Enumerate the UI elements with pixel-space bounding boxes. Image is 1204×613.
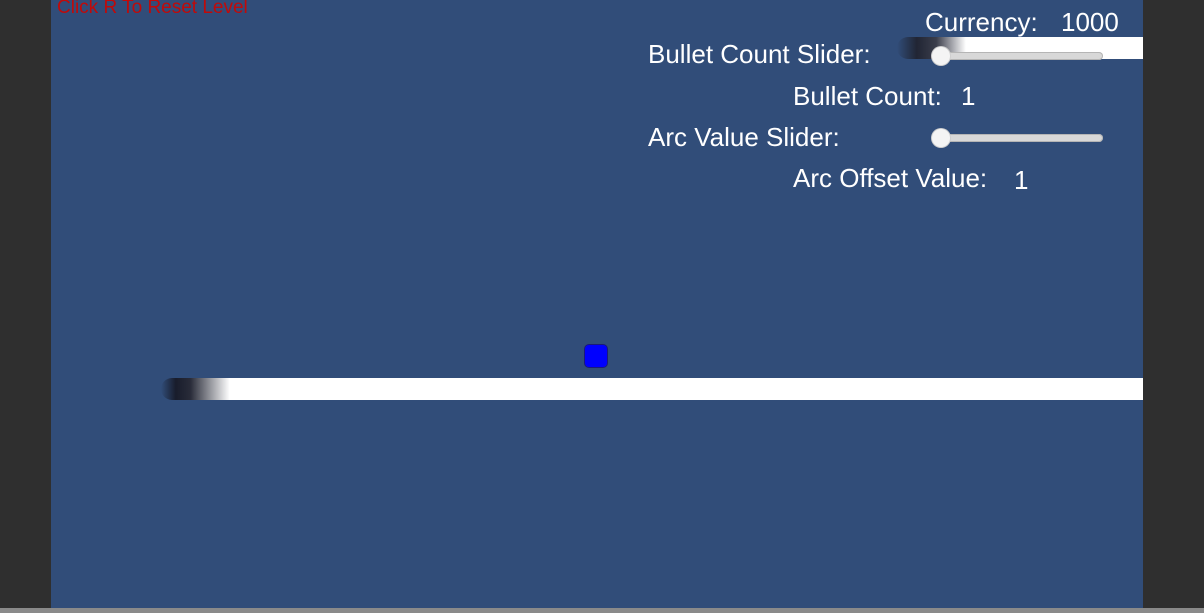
window-bottom-edge: [0, 608, 1204, 613]
currency-value: 1000: [1061, 7, 1119, 37]
bullet-count-slider[interactable]: [932, 47, 1103, 65]
player-square: [585, 345, 607, 367]
bullet-count-slider-label: Bullet Count Slider:: [648, 39, 871, 69]
arc-value-slider-label: Arc Value Slider:: [648, 122, 840, 152]
currency-label: Currency:: [925, 7, 1038, 37]
arc-offset-value: 1: [1014, 165, 1029, 195]
game-window: Click R To Reset Level Currency: 1000 Bu…: [0, 0, 1204, 613]
slider-handle[interactable]: [932, 129, 950, 147]
arc-offset-label: Arc Offset Value:: [793, 163, 988, 193]
bullet-trail-main: [161, 378, 1143, 400]
bullet-count-label: Bullet Count:: [793, 81, 942, 111]
slider-handle[interactable]: [932, 47, 950, 65]
reset-level-hint: Click R To Reset Level: [57, 0, 248, 18]
arc-value-slider[interactable]: [932, 129, 1103, 147]
slider-track[interactable]: [934, 134, 1103, 142]
game-viewport[interactable]: Click R To Reset Level Currency: 1000 Bu…: [51, 0, 1143, 608]
slider-track[interactable]: [934, 52, 1103, 60]
bullet-count-value: 1: [961, 81, 976, 111]
